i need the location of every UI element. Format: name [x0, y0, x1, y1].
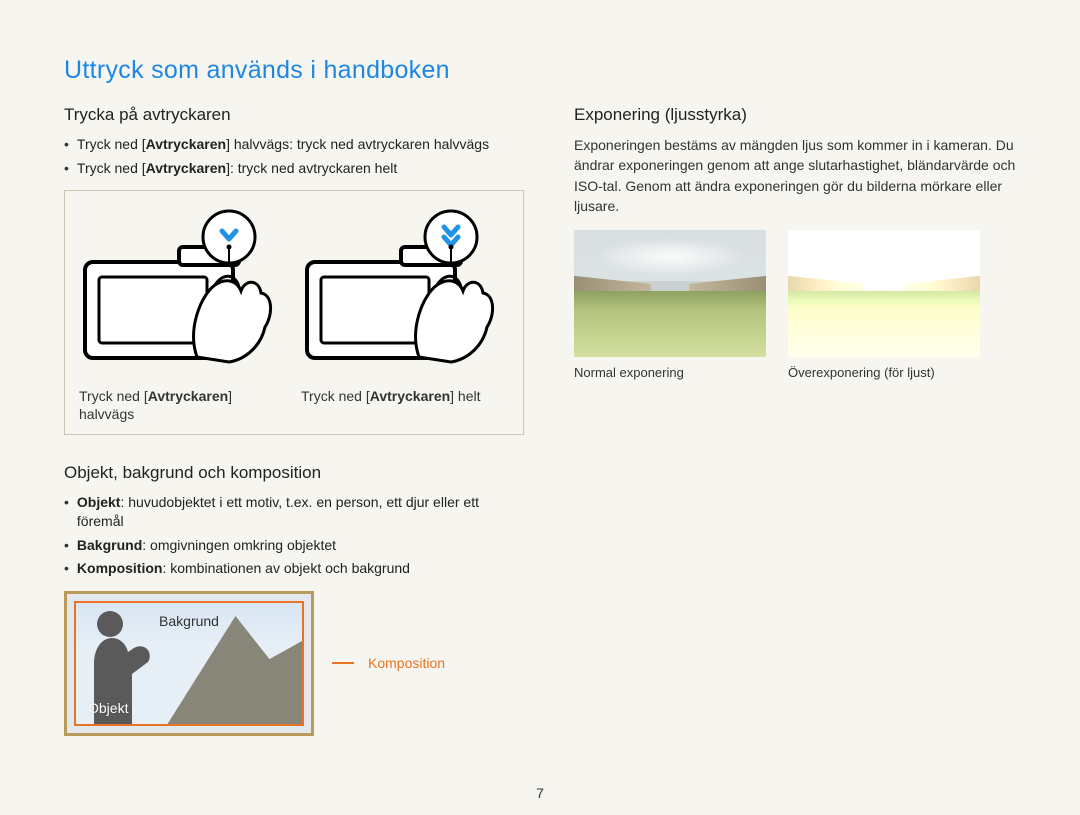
exposure-body: Exponeringen bestäms av mängden ljus som… — [574, 135, 1016, 216]
bullet-dot: • — [64, 135, 69, 155]
page-number: 7 — [0, 785, 1080, 801]
page-title: Uttryck som används i handboken — [64, 56, 1016, 85]
bullets-composition: • Objekt: huvudobjektet i ett motiv, t.e… — [64, 493, 524, 579]
photo-over-exposure — [788, 230, 980, 357]
bullet-dot: • — [64, 159, 69, 179]
composition-section: Objekt, bakgrund och komposition • Objek… — [64, 463, 524, 736]
bullets-shutter: • Tryck ned [Avtryckaren] halvvägs: tryc… — [64, 135, 524, 178]
exposure-examples: Normal exponering Överexponering (för lj… — [574, 230, 1016, 380]
photo-normal-exposure — [574, 230, 766, 357]
caption-over-exposure: Överexponering (för ljust) — [788, 365, 980, 380]
manual-page: Uttryck som används i handboken Trycka p… — [0, 0, 1080, 815]
shutter-illustrations-frame: Tryck ned [Avtryckaren] halvvägs — [64, 190, 524, 434]
label-komposition: Komposition — [368, 655, 445, 671]
columns: Trycka på avtryckaren • Tryck ned [Avtry… — [64, 105, 1016, 736]
bullet-text: Tryck ned [Avtryckaren] halvvägs: tryck … — [77, 135, 489, 155]
mountain-shape — [142, 616, 304, 724]
camera-full-press-icon — [301, 207, 513, 372]
composition-figure: Bakgrund Objekt — [64, 591, 314, 736]
caption-full-press: Tryck ned [Avtryckaren] helt — [301, 387, 513, 405]
label-objekt: Objekt — [88, 700, 128, 716]
caption-normal-exposure: Normal exponering — [574, 365, 766, 380]
left-column: Trycka på avtryckaren • Tryck ned [Avtry… — [64, 105, 524, 736]
right-column: Exponering (ljusstyrka) Exponeringen bes… — [574, 105, 1016, 736]
camera-full-press-figure: Tryck ned [Avtryckaren] helt — [301, 207, 513, 423]
caption-half-press: Tryck ned [Avtryckaren] halvvägs — [79, 387, 291, 423]
leader-line — [332, 662, 354, 664]
bullet-text: Tryck ned [Avtryckaren]: tryck ned avtry… — [77, 159, 397, 179]
heading-shutter: Trycka på avtryckaren — [64, 105, 524, 125]
label-bakgrund: Bakgrund — [159, 613, 219, 629]
camera-half-press-icon — [79, 207, 291, 372]
camera-half-press-figure: Tryck ned [Avtryckaren] halvvägs — [79, 207, 291, 423]
heading-composition: Objekt, bakgrund och komposition — [64, 463, 524, 483]
heading-exposure: Exponering (ljusstyrka) — [574, 105, 1016, 125]
